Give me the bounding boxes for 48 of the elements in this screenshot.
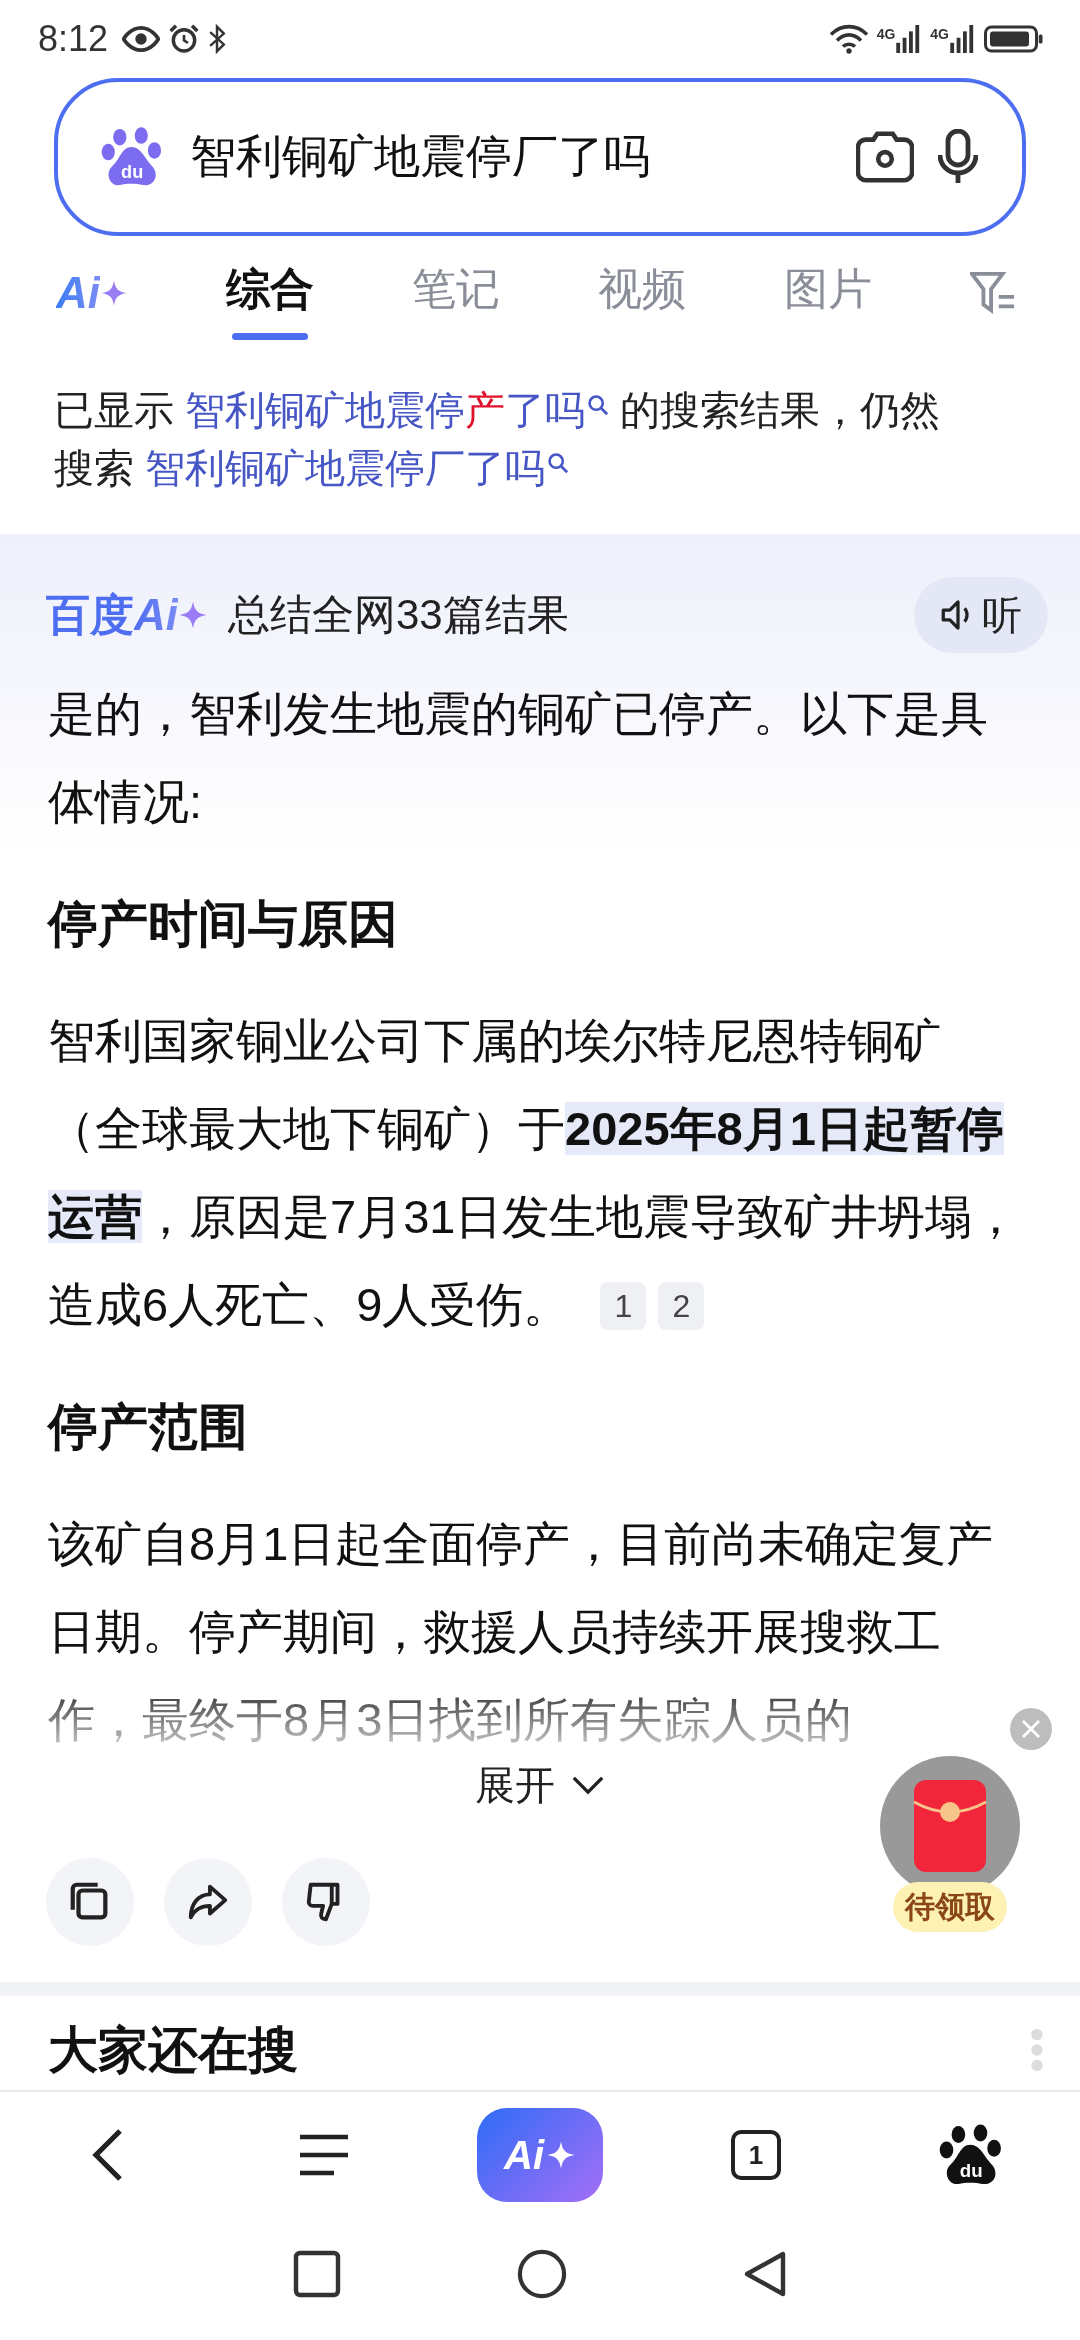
tab-count-button[interactable]: 1: [731, 2130, 781, 2180]
envelope-icon[interactable]: [912, 1778, 988, 1874]
expand-button[interactable]: 展开: [475, 1750, 605, 1820]
tab[interactable]: 综合: [226, 246, 314, 340]
section-heading: 大家还在搜: [48, 2021, 298, 2080]
answer-paragraph: 智利国家铜业公司下属的埃尔特尼恩特铜矿（全球最大地下铜矿）于2025年8月1日起暂停运营，原因是7月31日发生地震导致矿井坍塌，造成6人死亡、9人受伤。 1 2: [48, 1013, 1021, 1333]
sparkle-icon: [100, 279, 128, 307]
network-type-label: 4G: [876, 27, 896, 41]
menu-icon[interactable]: [300, 2133, 348, 2177]
battery-icon: [984, 24, 1044, 54]
search-icon: [587, 394, 610, 416]
close-icon: [1021, 1719, 1041, 1739]
camera-icon[interactable]: [856, 131, 914, 183]
network-type-label: 4G: [930, 27, 949, 41]
sparkle-icon: [178, 600, 208, 630]
back-icon[interactable]: [743, 2249, 787, 2299]
microphone-icon[interactable]: [938, 129, 978, 185]
sparkle-icon: [546, 2140, 576, 2170]
corrected-query-link[interactable]: 智利铜矿地震停产了吗: [185, 388, 610, 432]
paw-logo[interactable]: du: [938, 2121, 1006, 2189]
section-heading: 停产时间与原因: [48, 895, 399, 954]
answer-paragraph: 是的，智利发生地震的铜矿已停产。以下是具体情况:: [48, 686, 989, 830]
search-input[interactable]: 智利铜矿地震停厂了吗: [190, 130, 832, 184]
recent-apps-icon[interactable]: [293, 2250, 341, 2298]
spelling-correction-notice: 已显示 智利铜矿地震停产了吗 的搜索结果，仍然搜索 智利铜矿地震停厂了吗: [53, 387, 942, 492]
reward-label[interactable]: 待领取: [893, 1882, 1007, 1932]
paw-logo: du: [100, 124, 166, 190]
answer-paragraph: 该矿自8月1日起全面停产，目前尚未确定复产日期。停产期间，救援人员持续开展搜救工作，最终于8月3日找到所有失踪人员的: [48, 1516, 995, 1748]
search-icon: [547, 452, 570, 474]
home-icon[interactable]: [517, 2249, 567, 2299]
eye-icon: [122, 24, 161, 54]
ai-button[interactable]: Ai: [477, 2108, 603, 2202]
alarm-icon: [168, 23, 201, 55]
ai-logo: 百度Ai: [46, 585, 208, 645]
chevron-down-icon: [571, 1775, 605, 1795]
signal-icon: [950, 25, 976, 53]
original-query-link[interactable]: 智利铜矿地震停厂了吗: [145, 446, 570, 490]
citation-link[interactable]: 2: [658, 1282, 705, 1330]
filter-icon[interactable]: [970, 271, 1016, 315]
wifi-icon: [828, 24, 869, 54]
clock-time: 8:12: [38, 18, 109, 60]
back-icon[interactable]: [92, 2127, 124, 2183]
search-bar[interactable]: du 智利铜矿地震停厂了吗: [54, 78, 1026, 236]
section-heading: 停产范围: [48, 1398, 249, 1457]
bluetooth-icon: [208, 24, 227, 54]
citation-link[interactable]: 1: [600, 1282, 647, 1330]
listen-button[interactable]: 听: [914, 577, 1048, 653]
summary-text: 总结全网33篇结果: [228, 590, 570, 640]
